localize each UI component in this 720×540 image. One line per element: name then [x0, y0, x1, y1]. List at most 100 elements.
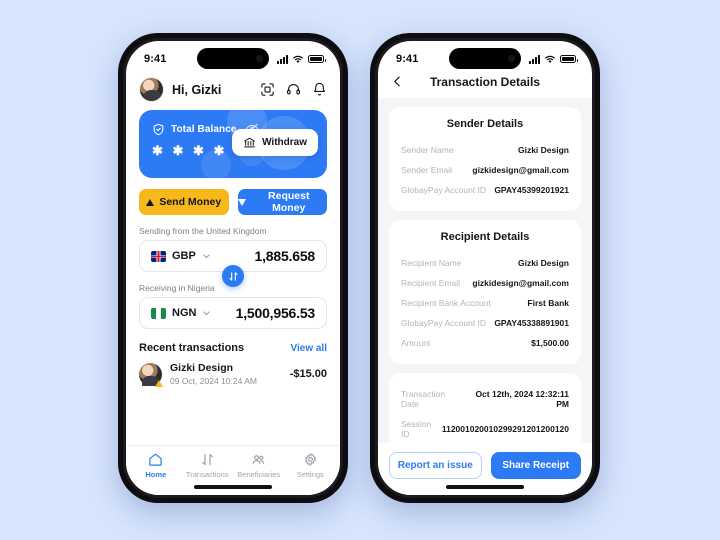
row-value: GPAY45338891901	[494, 318, 569, 328]
sender-details-card: Sender Details Sender Name Gizki Design …	[389, 107, 581, 211]
table-row: Sender Email gizkidesign@gmail.com	[401, 160, 569, 180]
currency-converter: Sending from the United Kingdom GBP 1,88…	[126, 215, 340, 329]
dynamic-island	[449, 48, 521, 69]
transaction-list: Gizki Design 09 Oct, 2024 10:24 AM -$15.…	[126, 354, 340, 401]
notification-bell-icon[interactable]	[312, 82, 327, 97]
request-money-button[interactable]: Request Money	[237, 189, 327, 215]
row-key: Sender Email	[401, 165, 453, 175]
recipient-details-title: Recipient Details	[440, 231, 530, 243]
transaction-date: 09 Oct, 2024 10:24 AM	[170, 376, 257, 386]
status-time: 9:41	[396, 53, 419, 65]
battery-icon	[560, 55, 578, 63]
bank-icon	[243, 136, 256, 149]
signal-icon	[277, 54, 288, 64]
table-row: Recipient Email gizkidesign@gmail.com	[401, 273, 569, 293]
nav-item-beneficiaries[interactable]: Beneficiaries	[233, 452, 285, 479]
phone-screen-home: 9:41 Hi, Gizki Total Balance ✱ ✱ ✱ ✱ ✱ ✱…	[126, 41, 340, 495]
share-receipt-button[interactable]: Share Receipt	[490, 452, 581, 479]
table-row: Session ID 112001020010299291201200120	[401, 414, 569, 443]
recipient-details-card: Recipient Details Recipient Name Gizki D…	[389, 220, 581, 364]
nav-label-settings: Settings	[296, 470, 324, 479]
nav-item-home[interactable]: Home	[130, 452, 182, 479]
list-item[interactable]: Gizki Design 09 Oct, 2024 10:24 AM -$15.…	[139, 354, 327, 392]
row-key: GlobayPay Account ID	[401, 185, 487, 195]
request-money-label: Request Money	[268, 190, 310, 214]
row-value: First Bank	[527, 298, 569, 308]
table-row: Recipient Bank Account First Bank	[401, 293, 569, 313]
list-item-partial[interactable]	[139, 392, 327, 401]
scan-qr-icon[interactable]	[260, 82, 275, 97]
shield-check-icon	[152, 123, 165, 136]
recent-transactions-header: Recent transactions View all	[126, 329, 340, 354]
details-body: Sender Details Sender Name Gizki Design …	[378, 98, 592, 443]
table-row: GlobayPay Account ID GPAY45338891901	[401, 313, 569, 333]
details-header: Transaction Details	[378, 71, 592, 98]
swap-vertical-icon	[229, 271, 237, 281]
home-indicator	[126, 479, 340, 495]
avatar[interactable]	[139, 77, 164, 102]
transaction-name: Gizki Design	[170, 362, 234, 374]
wifi-icon	[293, 55, 303, 63]
transaction-meta-card: Transaction Date Oct 12th, 2024 12:32:11…	[389, 373, 581, 443]
receive-currency-code: NGN	[172, 307, 197, 319]
table-row: GlobayPay Account ID GPAY45399201921	[401, 180, 569, 200]
transaction-info: Gizki Design 09 Oct, 2024 10:24 AM	[170, 362, 257, 386]
total-balance-card: Total Balance ✱ ✱ ✱ ✱ ✱ ✱ Withdraw	[139, 110, 327, 178]
send-amount[interactable]: 1,885.658	[255, 248, 316, 264]
send-currency-selector[interactable]: GBP	[151, 250, 211, 262]
signal-icon	[529, 54, 540, 64]
transaction-amount: -$15.00	[289, 368, 327, 380]
battery-icon	[308, 55, 326, 63]
home-header: Hi, Gizki	[126, 71, 340, 110]
chevron-down-icon[interactable]	[202, 309, 211, 318]
row-value: gizkidesign@gmail.com	[472, 278, 569, 288]
greeting-text: Hi, Gizki	[172, 82, 222, 97]
wifi-icon	[545, 55, 555, 63]
row-value: GPAY45399201921	[494, 185, 569, 195]
receive-amount[interactable]: 1,500,956.53	[236, 305, 316, 321]
row-key: Recipient Name	[401, 258, 462, 268]
row-key: Amount	[401, 338, 431, 348]
status-time: 9:41	[144, 53, 167, 65]
table-row: Recipient Name Gizki Design	[401, 253, 569, 273]
quick-actions: Send Money Request Money	[126, 178, 340, 215]
phone-bezel: 9:41 Transaction Details Sender Details …	[375, 38, 595, 498]
sending-from-label: Sending from the United Kingdom	[139, 226, 267, 236]
swap-currency-button[interactable]	[222, 265, 244, 287]
details-footer: Report an issue Share Receipt	[378, 443, 592, 479]
row-key: Recipient Bank Account	[401, 298, 491, 308]
greeting-group: Hi, Gizki	[139, 77, 221, 102]
gear-icon	[303, 452, 318, 467]
sender-details-title: Sender Details	[446, 118, 524, 130]
row-key: GlobayPay Account ID	[401, 318, 487, 328]
row-key: Recipient Email	[401, 278, 461, 288]
nav-item-settings[interactable]: Settings	[285, 452, 337, 479]
screenshot-stage: 9:41 Hi, Gizki Total Balance ✱ ✱ ✱ ✱ ✱ ✱…	[0, 0, 720, 540]
page-title: Transaction Details	[429, 74, 541, 89]
chevron-left-icon	[394, 76, 400, 87]
balance-section: Total Balance ✱ ✱ ✱ ✱ ✱ ✱ Withdraw	[126, 110, 340, 178]
headset-support-icon[interactable]	[286, 82, 301, 97]
report-issue-button[interactable]: Report an issue	[389, 452, 482, 479]
view-all-link[interactable]: View all	[290, 343, 327, 354]
header-icons	[260, 82, 327, 97]
status-indicators	[529, 54, 578, 64]
nav-item-transactions[interactable]: Transactions	[182, 452, 234, 479]
receive-currency-field[interactable]: NGN 1,500,956.53	[139, 297, 327, 329]
nav-label-home: Home	[145, 470, 167, 479]
nav-label-beneficiaries: Beneficiaries	[237, 470, 281, 479]
row-value: 112001020010299291201200120	[441, 424, 569, 434]
transfer-arrows-icon	[200, 452, 215, 467]
receive-currency-selector[interactable]: NGN	[151, 307, 211, 319]
home-indicator	[378, 479, 592, 495]
withdraw-label: Withdraw	[262, 137, 307, 148]
row-key: Sender Name	[401, 145, 454, 155]
arrow-down-icon	[237, 198, 246, 206]
status-indicators	[277, 54, 326, 64]
chevron-down-icon[interactable]	[202, 252, 211, 261]
send-money-button[interactable]: Send Money	[139, 189, 229, 215]
withdraw-button[interactable]: Withdraw	[232, 129, 318, 156]
back-button[interactable]	[391, 75, 404, 88]
phone-transaction-details: 9:41 Transaction Details Sender Details …	[370, 33, 600, 503]
warning-triangle-icon	[155, 379, 163, 387]
